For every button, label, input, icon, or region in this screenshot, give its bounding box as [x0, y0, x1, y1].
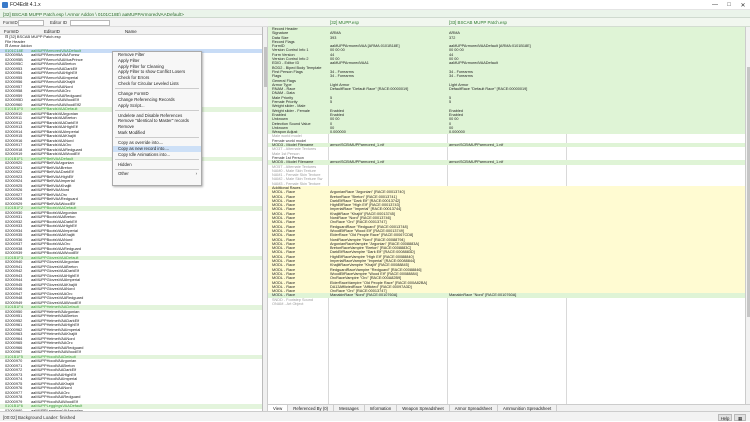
menu-item-label: Change FormID — [118, 90, 149, 96]
menu-item-label: Apply Filter for Cleaning — [118, 63, 164, 69]
menu-item[interactable]: Hidden — [113, 162, 201, 168]
menu-item-label: Apply Filter to show Conflict Losers — [118, 69, 186, 75]
menu-item-label: Apply Script... — [118, 102, 145, 108]
formid-filter-label: FormID — [3, 20, 18, 25]
menu-separator — [115, 137, 199, 139]
record-scrollbar[interactable] — [745, 27, 750, 404]
menu-item-label: Apply Filter — [118, 57, 140, 63]
menu-item-label: Copy Idle Animations into... — [118, 151, 171, 157]
record-col-head-master[interactable]: [32] MUPP.esp — [330, 20, 359, 25]
menu-separator — [115, 158, 199, 160]
menu-item[interactable]: Check for Circular Leveled Lists — [113, 81, 201, 87]
menu-item[interactable]: Copy Idle Animations into... — [113, 152, 201, 158]
record-view-header: [32] MUPP.esp [33] BSCAB MUPP Patch.esp — [268, 18, 750, 27]
formid-filter-input[interactable] — [18, 19, 44, 26]
record-rows: Record Header Signature ARMA ARMA Data Siz… — [268, 27, 750, 306]
record-cell: ONAM - Art Object — [272, 302, 304, 306]
context-menu: Remove Filter Apply Filter Apply Filter fo… — [112, 51, 202, 186]
minimize-button[interactable]: — — [708, 0, 722, 10]
menu-item-label: Mark Modified — [118, 129, 145, 135]
help-button[interactable]: Help — [718, 413, 732, 421]
menu-item[interactable]: Other › — [113, 171, 201, 177]
record-row[interactable]: ONAM - Art Object — [268, 302, 750, 306]
menu-separator — [115, 109, 199, 111]
editorid-filter-label: Editor ID — [50, 20, 68, 25]
status-text: [00:02] Background Loader: finished — [3, 414, 76, 420]
record-col-head-patch[interactable]: [33] BSCAB MUPP Patch.esp — [449, 20, 507, 25]
menu-item[interactable]: Apply Script... — [113, 103, 201, 109]
tree-scroll-thumb[interactable] — [264, 47, 267, 87]
editorid-filter-input[interactable] — [70, 19, 110, 26]
menu-item-label: Hidden — [118, 161, 132, 167]
status-bar: [00:02] Background Loader: finished Help… — [0, 411, 750, 421]
menu-separator — [115, 88, 199, 90]
submenu-arrow-icon: › — [195, 171, 197, 177]
record-path-bar: [32] BSCAB MUPP Patch.esp \ Armor Addon … — [0, 10, 750, 18]
menu-item-label: Remove Filter — [118, 52, 145, 57]
title-bar: FO4Edit 4.1.x — □ ✕ — [0, 0, 750, 10]
menu-item-label: Copy as new record into.... — [118, 145, 170, 151]
window-controls: — □ ✕ — [708, 0, 750, 10]
menu-item-label: Check for Errors — [118, 75, 150, 81]
record-path: [32] BSCAB MUPP Patch.esp \ Armor Addon … — [3, 11, 184, 17]
record-view: [32] MUPP.esp [33] BSCAB MUPP Patch.esp … — [268, 18, 750, 404]
menu-item-label: Check for Circular Leveled Lists — [118, 80, 179, 86]
menu-item[interactable]: Mark Modified — [113, 130, 201, 136]
col-name-header[interactable]: Name — [125, 29, 137, 34]
menu-item-label: Undelete and Disable References — [118, 112, 183, 118]
maximize-button[interactable]: □ — [722, 0, 736, 10]
menu-item-label: Remove — [118, 124, 135, 130]
layout-button[interactable]: ▦ — [734, 413, 746, 421]
window-title: FO4Edit 4.1.x — [10, 2, 41, 8]
app-icon — [2, 2, 8, 8]
menu-item-label: Change Referencing Records — [118, 96, 175, 102]
menu-separator — [115, 168, 199, 170]
view-tabs: View Referenced By (0) Messages Information… — [268, 404, 750, 411]
close-button[interactable]: ✕ — [736, 0, 750, 10]
menu-item-label: Other — [118, 171, 129, 177]
menu-item-label: Remove "Identical to Master" records — [118, 118, 189, 124]
menu-item-label: Copy as override into.... — [118, 139, 164, 145]
